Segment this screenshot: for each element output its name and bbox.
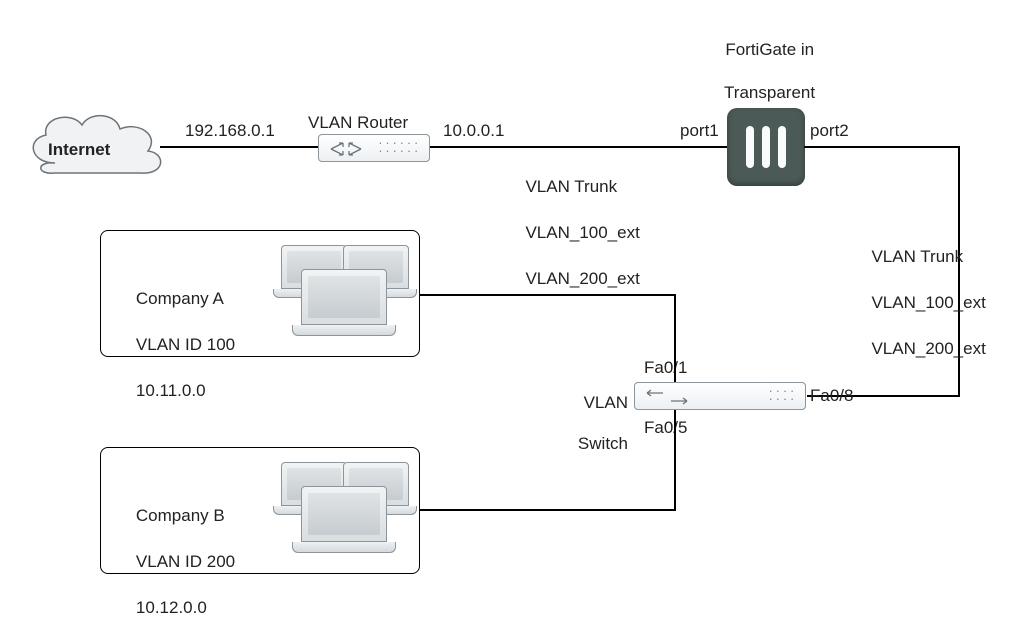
- link-companyB-switch: [420, 408, 680, 514]
- link-router-fortigate: [430, 145, 727, 149]
- label-fg-port2: port2: [810, 120, 849, 141]
- company-a-l3: 10.11.0.0: [136, 381, 206, 400]
- link-companyA-switch: [420, 293, 680, 385]
- trunk1-l2: VLAN_100_ext: [525, 223, 639, 242]
- label-fg-port1: port1: [680, 120, 719, 141]
- link-cloud-router: [160, 145, 320, 149]
- trunk2-label: VLAN Trunk VLAN_100_ext VLAN_200_ext: [862, 223, 986, 361]
- company-b-text: Company B VLAN ID 200 10.12.0.0: [117, 482, 235, 643]
- fortigate-title-l2: Transparent: [724, 83, 815, 102]
- company-b-card: Company B VLAN ID 200 10.12.0.0: [100, 447, 420, 574]
- trunk1-l3: VLAN_200_ext: [525, 269, 639, 288]
- trunk2-l2: VLAN_100_ext: [871, 293, 985, 312]
- trunk2-l1: VLAN Trunk: [871, 247, 963, 266]
- switch-arrows-icon: [643, 388, 691, 406]
- label-router-fg-ip: 10.0.0.1: [443, 120, 504, 141]
- company-a-l2: VLAN ID 100: [136, 335, 235, 354]
- cloud-label: Internet: [48, 140, 110, 160]
- company-a-text: Company A VLAN ID 100 10.11.0.0: [117, 265, 235, 426]
- label-switch-fa08: Fa0/8: [810, 385, 853, 406]
- label-cloud-router-ip: 192.168.0.1: [185, 120, 275, 141]
- trunk1-l1: VLAN Trunk: [525, 177, 617, 196]
- company-b-l2: VLAN ID 200: [136, 552, 235, 571]
- company-a-l1: Company A: [136, 289, 224, 308]
- fortigate-title-l1: FortiGate in: [725, 40, 814, 59]
- router-arrows-icon: [325, 138, 367, 160]
- fortigate-icon: [727, 108, 805, 186]
- company-a-card: Company A VLAN ID 100 10.11.0.0: [100, 230, 420, 357]
- trunk2-l3: VLAN_200_ext: [871, 339, 985, 358]
- router-label: VLAN Router: [308, 112, 408, 133]
- trunk1-label: VLAN Trunk VLAN_100_ext VLAN_200_ext: [516, 153, 640, 291]
- company-b-l1: Company B: [136, 506, 225, 525]
- switch-icon: • • • • • • • •: [634, 382, 806, 410]
- router-icon: • • • • • • • • • • • •: [318, 134, 430, 162]
